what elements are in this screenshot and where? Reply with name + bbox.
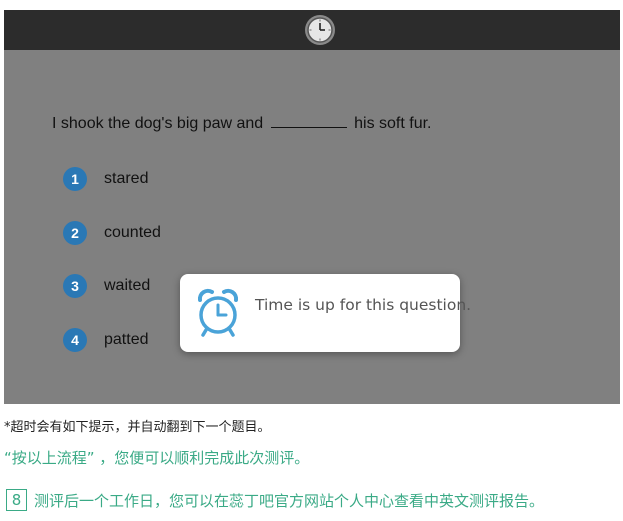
answer-blank	[270, 114, 347, 128]
option-1[interactable]: 1 stared	[63, 166, 148, 192]
time-up-message: Time is up for this question.	[255, 296, 472, 314]
option-2[interactable]: 2 counted	[63, 220, 161, 246]
option-3[interactable]: 3 waited	[63, 273, 150, 299]
flow-completion-text: “按以上流程” ，您便可以顺利完成此次测评。	[4, 449, 310, 467]
option-number-badge: 3	[63, 274, 87, 298]
quiz-screen: I shook the dog's big paw and his soft f…	[4, 10, 620, 404]
option-label: patted	[104, 331, 149, 348]
question-after-blank: his soft fur.	[354, 115, 432, 132]
time-up-popup: Time is up for this question.	[180, 274, 471, 352]
option-label: stared	[104, 170, 149, 187]
option-4[interactable]: 4 patted	[63, 327, 148, 353]
step-text: 测评后一个工作日，您可以在蕊丁吧官方网站个人中心查看中英文测评报告。	[34, 491, 545, 510]
top-bar	[4, 10, 620, 50]
option-number-badge: 2	[63, 221, 87, 245]
step-8: 8 测评后一个工作日，您可以在蕊丁吧官方网站个人中心查看中英文测评报告。	[6, 488, 544, 512]
option-label: counted	[104, 224, 161, 241]
option-number-badge: 4	[63, 328, 87, 352]
option-label: waited	[104, 277, 151, 294]
timeout-note: *超时会有如下提示，并自动翻到下一个题目。	[4, 420, 271, 435]
alarm-clock-icon	[197, 288, 239, 337]
question-before-blank: I shook the dog's big paw and	[52, 115, 264, 132]
step-number-box: 8	[6, 489, 27, 511]
question-text: I shook the dog's big paw and his soft f…	[52, 114, 431, 133]
clock-icon	[305, 15, 335, 45]
option-number-badge: 1	[63, 167, 87, 191]
